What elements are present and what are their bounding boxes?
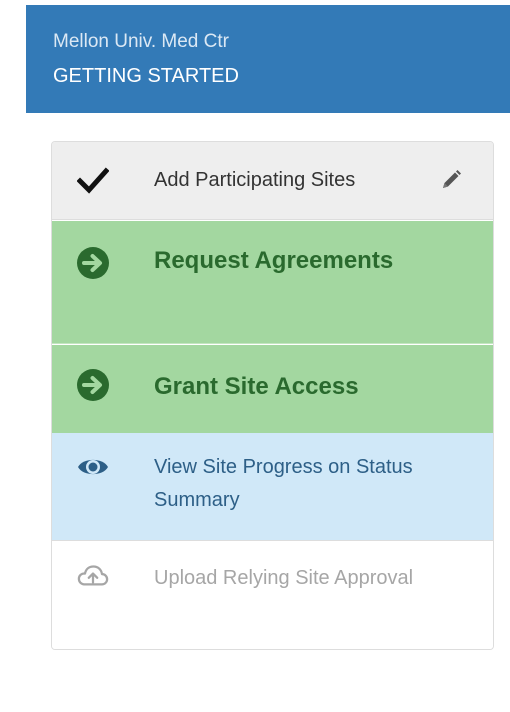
step-label: Request Agreements: [154, 247, 394, 274]
arrow-circle-right-icon: [77, 247, 109, 279]
pencil-icon[interactable]: [440, 169, 462, 191]
step-label: Grant Site Access: [154, 373, 359, 400]
organization-name: Mellon Univ. Med Ctr: [53, 31, 229, 52]
step-label: Add Participating Sites: [154, 169, 356, 191]
arrow-circle-right-icon: [77, 369, 109, 401]
checkmark-icon: [77, 167, 109, 194]
step-grant-site-access[interactable]: Grant Site Access: [52, 345, 493, 433]
step-upload-relying-site-approval: Upload Relying Site Approval: [52, 542, 493, 649]
step-view-site-progress[interactable]: View Site Progress on Status Summary: [52, 433, 493, 541]
step-add-participating-sites[interactable]: Add Participating Sites: [52, 142, 493, 220]
step-label: Upload Relying Site Approval: [154, 567, 414, 589]
getting-started-header: Mellon Univ. Med Ctr GETTING STARTED: [26, 5, 510, 113]
page-title: GETTING STARTED: [53, 65, 239, 87]
eye-icon: [78, 459, 108, 475]
steps-panel: Add Participating Sites Request Agreemen…: [51, 141, 494, 650]
step-request-agreements[interactable]: Request Agreements: [52, 221, 493, 344]
step-label: View Site Progress on Status Summary: [154, 456, 413, 511]
cloud-upload-icon: [77, 565, 109, 586]
